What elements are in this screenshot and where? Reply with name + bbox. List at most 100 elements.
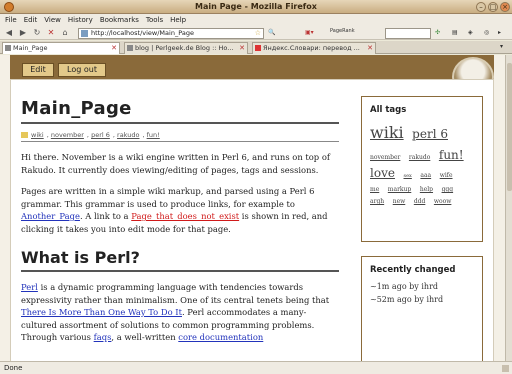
faqs-link[interactable]: faqs <box>94 332 112 342</box>
recently-changed-box: Recently changed ~1m ago by ihrd ~52m ag… <box>361 256 483 361</box>
scrollbar-thumb[interactable] <box>507 63 512 191</box>
addon-green-icon[interactable]: ✣ <box>435 28 440 38</box>
intro-paragraph: Hi there. November is a wiki engine writ… <box>21 152 330 175</box>
tag-cloud-link[interactable]: perl 6 <box>412 127 448 141</box>
minimize-button[interactable]: – <box>476 2 486 12</box>
tag-cloud-link[interactable]: new <box>393 198 406 205</box>
back-icon[interactable]: ◀ <box>4 28 14 38</box>
core-documentation-link[interactable]: core documentation <box>178 332 263 342</box>
all-tags-title: All tags <box>370 105 407 115</box>
url-field[interactable]: http://localhost/view/Main_Page ☆ <box>78 28 264 39</box>
perl-paragraph: Perl is a dynamic programming language w… <box>21 282 330 342</box>
tab-label: blog | Perlgeek.de Blog :: Ho... <box>135 44 234 52</box>
tag-link[interactable]: rakudo <box>117 131 139 139</box>
tag-cloud-link[interactable]: ddd <box>414 198 426 205</box>
recently-changed-title: Recently changed <box>370 265 456 275</box>
addon-icon[interactable]: ◈ <box>468 28 473 38</box>
all-tags-box: All tags wiki perl 6 november rakudo fun… <box>361 96 483 242</box>
toolbar-addon-icon[interactable]: ▣▾ <box>305 28 314 38</box>
maximize-button[interactable]: □ <box>488 2 498 12</box>
page-header: Edit Log out <box>10 55 494 79</box>
recent-item[interactable]: ~1m ago by ihrd <box>370 280 474 293</box>
page-viewport: Edit Log out Main_Page wiki, november, p… <box>0 55 505 361</box>
tab-perlgeek-blog[interactable]: blog | Perlgeek.de Blog :: Ho... ✕ <box>124 42 248 54</box>
tag-cloud-link[interactable]: rakudo <box>409 154 430 161</box>
tag-cloud: wiki perl 6 november rakudo fun! love se… <box>370 121 474 208</box>
missing-page-link[interactable]: Page_that_does_not_exist <box>131 211 239 221</box>
tag-cloud-link[interactable]: wiki <box>370 123 404 142</box>
resize-grip[interactable] <box>502 365 509 372</box>
tag-cloud-link[interactable]: help <box>420 186 433 193</box>
tag-icon <box>21 132 28 138</box>
markup-paragraph: Pages are written in a simple wiki marku… <box>21 186 328 234</box>
tag-cloud-link[interactable]: aaa <box>420 172 431 179</box>
home-icon[interactable]: ⌂ <box>60 28 70 38</box>
vertical-scrollbar[interactable] <box>505 55 512 361</box>
tab-favicon <box>127 45 133 51</box>
tab-label: Яндекс.Словари: перевод ... <box>263 44 360 52</box>
pagerank-label: PageRank <box>330 28 355 34</box>
edit-button[interactable]: Edit <box>22 63 54 77</box>
recent-list: ~1m ago by ihrd ~52m ago by ihrd <box>370 280 474 306</box>
search-engine-icon[interactable]: 🔍 <box>268 28 275 38</box>
logout-button[interactable]: Log out <box>58 63 106 77</box>
menu-help[interactable]: Help <box>170 14 186 26</box>
window-title: Main Page - Mozilla Firefox <box>195 2 317 11</box>
tag-cloud-link[interactable]: fun! <box>439 148 464 162</box>
search-input[interactable] <box>385 28 431 39</box>
tag-cloud-link[interactable]: woow <box>434 198 452 205</box>
bookmark-star-icon[interactable]: ☆ <box>255 29 261 38</box>
tag-cloud-link[interactable]: markup <box>388 186 411 193</box>
close-tab-icon[interactable]: ✕ <box>367 43 373 54</box>
close-button[interactable]: × <box>500 2 510 12</box>
tag-link[interactable]: perl 6 <box>91 131 110 139</box>
menu-tools[interactable]: Tools <box>146 14 163 26</box>
recent-item[interactable]: ~52m ago by ihrd <box>370 293 474 306</box>
menu-bar: File Edit View History Bookmarks Tools H… <box>0 14 512 26</box>
section-heading: What is Perl? <box>21 248 140 267</box>
tag-link[interactable]: wiki <box>31 131 44 139</box>
perl-link[interactable]: Perl <box>21 282 38 292</box>
another-page-link[interactable]: Another_Page <box>21 211 80 221</box>
site-favicon <box>81 30 88 37</box>
page-content: Main_Page wiki, november, perl 6, rakudo… <box>10 79 494 361</box>
tab-yandex-dictionary[interactable]: Яндекс.Словари: перевод ... ✕ <box>252 42 376 54</box>
tab-favicon <box>255 45 261 51</box>
close-tab-icon[interactable]: ✕ <box>239 43 245 54</box>
tab-favicon <box>5 45 11 51</box>
menu-edit[interactable]: Edit <box>24 14 38 26</box>
section-divider <box>21 270 339 272</box>
window-titlebar: Main Page - Mozilla Firefox – □ × <box>0 0 512 14</box>
tag-cloud-link[interactable]: wife <box>440 172 453 179</box>
addon-icon[interactable]: ◎ <box>484 28 489 38</box>
menu-bookmarks[interactable]: Bookmarks <box>100 14 139 26</box>
article: Main_Page wiki, november, perl 6, rakudo… <box>21 98 339 344</box>
tag-cloud-link[interactable]: love <box>370 166 395 180</box>
tag-cloud-link[interactable]: argh <box>370 198 384 205</box>
menu-view[interactable]: View <box>44 14 61 26</box>
tab-bar: Main_Page ✕ blog | Perlgeek.de Blog :: H… <box>0 41 512 54</box>
reload-icon[interactable]: ↻ <box>32 28 42 38</box>
menu-file[interactable]: File <box>5 14 17 26</box>
addon-icon[interactable]: ▸ <box>498 28 501 38</box>
tag-cloud-link[interactable]: ggg <box>442 186 454 193</box>
close-tab-icon[interactable]: ✕ <box>111 43 117 54</box>
tag-cloud-link[interactable]: november <box>370 154 400 161</box>
tag-cloud-link[interactable]: me <box>370 186 379 193</box>
forward-icon[interactable]: ▶ <box>18 28 28 38</box>
tag-cloud-link[interactable]: sex <box>404 173 412 179</box>
url-text: http://localhost/view/Main_Page <box>91 29 194 37</box>
menu-history[interactable]: History <box>68 14 93 26</box>
stop-icon[interactable]: ✕ <box>46 28 56 38</box>
tag-link[interactable]: november <box>51 131 84 139</box>
status-bar: Done <box>0 361 512 374</box>
tab-list-icon[interactable]: ▾ <box>500 42 503 52</box>
page-title: Main_Page <box>21 98 132 119</box>
tag-link[interactable]: fun! <box>147 131 160 139</box>
tags-divider <box>21 141 339 142</box>
timtowtdi-link[interactable]: There Is More Than One Way To Do It <box>21 307 182 317</box>
tab-label: Main_Page <box>13 44 48 52</box>
status-text: Done <box>4 364 23 372</box>
tab-main-page[interactable]: Main_Page ✕ <box>2 42 120 54</box>
addon-icon[interactable]: ▤ <box>452 28 458 38</box>
